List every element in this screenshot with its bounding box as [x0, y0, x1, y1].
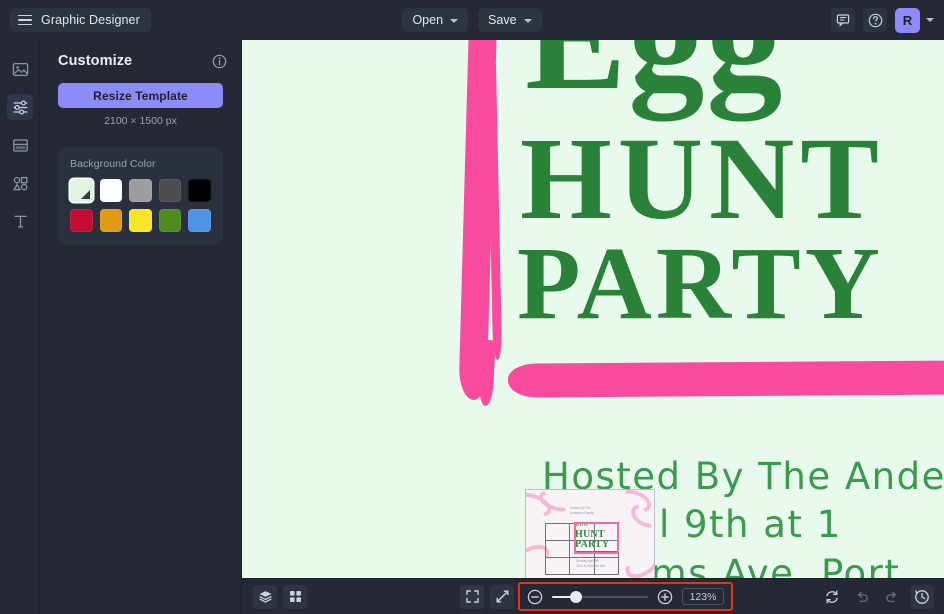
save-menu-button[interactable]: Save — [478, 8, 542, 32]
undo-icon[interactable] — [850, 585, 874, 609]
bottom-bar: 123% — [242, 578, 944, 614]
pink-brush-stroke-thin — [486, 59, 503, 361]
sidebar-item-shapes[interactable] — [0, 166, 40, 200]
bottom-bar-center — [460, 584, 514, 609]
background-color-label: Background Color — [70, 158, 156, 170]
zoom-slider[interactable] — [552, 590, 648, 604]
background-color-swatches — [70, 179, 211, 232]
template-dimensions: 2100 × 1500 px — [104, 115, 177, 127]
swatch-gray[interactable] — [129, 179, 152, 202]
swatch-mint[interactable] — [70, 179, 93, 202]
top-bar-left: Graphic Designer — [0, 8, 151, 32]
layers-icon[interactable] — [253, 584, 277, 609]
zoom-control-group: 123% — [518, 582, 733, 611]
text-icon — [7, 208, 33, 234]
open-label: Open — [412, 13, 444, 27]
grid-icon[interactable] — [283, 584, 307, 609]
headline-egg[interactable]: Egg — [525, 40, 784, 113]
minimap-viewport-rect[interactable] — [574, 522, 619, 554]
customize-panel: Customize Resize Template 2100 × 1500 px… — [40, 40, 242, 614]
minimap-note-bottom: Sunday April 9th 3200 N Williams Ave — [576, 559, 606, 568]
sidebar-item-media[interactable] — [0, 52, 40, 86]
swatch-blue[interactable] — [188, 209, 211, 232]
background-color-card: Background Color — [58, 147, 223, 245]
pink-brush-stroke-tail — [478, 339, 496, 407]
minimap-squiggle — [620, 546, 654, 581]
sliders-icon — [7, 94, 33, 120]
sidebar-item-text[interactable] — [0, 204, 40, 238]
shapes-icon — [7, 170, 33, 196]
plus-circle-icon[interactable] — [657, 589, 673, 605]
swatch-selected-marker — [80, 190, 90, 199]
swatch-green[interactable] — [158, 209, 182, 232]
swatch-crimson[interactable] — [70, 209, 93, 232]
help-circle-icon[interactable] — [863, 8, 887, 32]
open-menu-button[interactable]: Open — [402, 8, 469, 32]
chevron-down-icon — [523, 18, 532, 23]
zoom-level-input[interactable]: 123% — [682, 588, 724, 605]
pink-brush-stroke-underline — [507, 360, 944, 398]
sidebar-item-customize[interactable] — [0, 90, 40, 124]
page-title: Customize — [58, 53, 133, 69]
bottom-bar-right — [820, 584, 934, 609]
image-icon — [7, 56, 33, 82]
designer-app: Graphic Designer Open Save R Customize R… — [0, 0, 944, 614]
headline-hunt[interactable]: HUNT — [520, 120, 885, 238]
minimap-note-top: Hosted By The Anderson Family — [570, 506, 594, 515]
canvas-viewport[interactable]: Egg HUNT PARTY Hosted By The Anderson y … — [242, 40, 944, 614]
app-title: Graphic Designer — [41, 13, 140, 27]
minus-circle-icon[interactable] — [527, 589, 543, 605]
top-bar-right: R — [831, 0, 934, 40]
swatch-white[interactable] — [99, 179, 123, 202]
expand-frame-icon[interactable] — [460, 584, 484, 609]
avatar[interactable]: R — [895, 7, 920, 33]
redo-icon[interactable] — [880, 585, 904, 609]
save-label: Save — [488, 13, 517, 27]
zoom-slider-thumb[interactable] — [570, 590, 582, 603]
swatch-yellow[interactable] — [129, 209, 152, 232]
swatch-black[interactable] — [188, 179, 211, 202]
swatch-dark-gray[interactable] — [158, 179, 182, 202]
swatch-orange[interactable] — [99, 209, 123, 232]
info-circle-icon[interactable] — [212, 54, 227, 69]
bottom-bar-left — [242, 584, 307, 609]
chevron-down-icon — [450, 18, 459, 23]
chevron-down-icon[interactable] — [926, 18, 934, 22]
layout-icon — [7, 132, 33, 158]
panel-header: Customize — [40, 40, 241, 69]
sidebar-item-layout[interactable] — [0, 128, 40, 162]
top-bar: Graphic Designer Open Save R — [0, 0, 944, 40]
collapse-arrows-icon[interactable] — [490, 584, 514, 609]
sync-icon[interactable] — [820, 585, 844, 609]
minimap-navigator[interactable]: Hosted By The Anderson Family EGG HUNT PA… — [525, 489, 655, 582]
comment-icon[interactable] — [831, 8, 855, 32]
hamburger-icon — [18, 14, 32, 26]
app-menu-button[interactable]: Graphic Designer — [10, 8, 151, 32]
tool-rail — [0, 40, 40, 614]
resize-template-button[interactable]: Resize Template — [58, 83, 223, 108]
headline-party[interactable]: PARTY — [517, 232, 884, 336]
history-icon[interactable] — [910, 584, 934, 609]
